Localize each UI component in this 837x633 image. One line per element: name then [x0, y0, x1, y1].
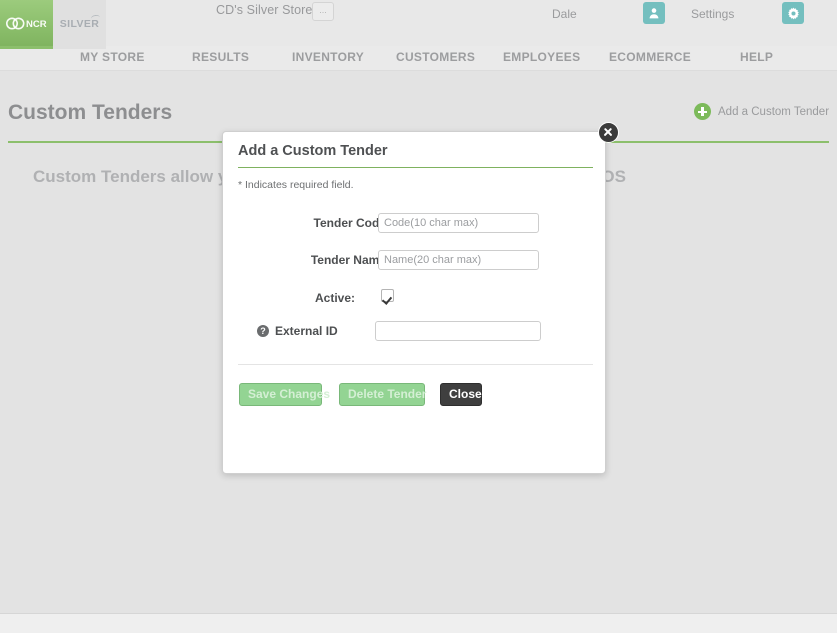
help-question-icon[interactable]: ?	[257, 325, 269, 337]
close-modal-button[interactable]: Close	[440, 383, 482, 406]
form-row-active: Active:	[223, 287, 607, 311]
nav-item-inventory[interactable]: INVENTORY	[292, 50, 364, 64]
active-label: Active:	[314, 291, 355, 305]
top-header-bar: NCR SILVER CD's Silver Store ... Dale Se…	[0, 0, 837, 47]
add-custom-tender-modal: Add a Custom Tender * Indicates required…	[222, 122, 619, 474]
gear-icon-button[interactable]	[782, 2, 804, 24]
modal-title: Add a Custom Tender	[238, 143, 388, 159]
ncr-logo-icon: NCR	[5, 17, 47, 30]
tender-name-label: Tender Name *:	[310, 253, 398, 267]
nav-item-customers[interactable]: CUSTOMERS	[396, 50, 475, 64]
modal-title-divider	[238, 167, 593, 168]
save-changes-button[interactable]: Save Changes	[239, 383, 330, 406]
nav-item-employees[interactable]: EMPLOYEES	[503, 50, 580, 64]
ncr-logo[interactable]: NCR	[0, 0, 53, 47]
person-icon-button[interactable]	[643, 2, 665, 24]
nav-item-results[interactable]: RESULTS	[192, 50, 249, 64]
add-custom-tender-link[interactable]: Add a Custom Tender	[694, 103, 829, 120]
tender-code-input[interactable]	[378, 213, 539, 233]
nav-item-my-store[interactable]: MY STORE	[80, 50, 145, 64]
form-row-external-id: ? External ID	[223, 320, 607, 344]
settings-label: Settings	[691, 7, 735, 21]
store-name-label: CD's Silver Store	[216, 3, 313, 17]
user-name-label: Dale	[552, 7, 577, 21]
app-window: NCR SILVER CD's Silver Store ... Dale Se…	[0, 0, 837, 633]
footer-area	[0, 614, 837, 633]
silver-logo-label: SILVER	[59, 17, 100, 30]
required-field-note: * Indicates required field.	[238, 179, 354, 191]
form-row-tender-code: Tender Code *:	[223, 212, 607, 236]
gear-icon	[787, 7, 799, 19]
nav-item-help[interactable]: HELP	[740, 50, 773, 64]
person-icon	[649, 8, 659, 19]
add-custom-tender-label: Add a Custom Tender	[718, 105, 830, 118]
plus-circle-icon	[694, 103, 711, 120]
nav-item-ecommerce[interactable]: ECOMMERCE	[609, 50, 691, 64]
external-id-label: External ID	[275, 324, 338, 338]
delete-tender-button[interactable]: Delete Tender	[339, 383, 426, 406]
form-row-tender-name: Tender Name *:	[223, 249, 607, 273]
close-icon[interactable]	[598, 122, 619, 143]
page-title: Custom Tenders	[8, 101, 173, 124]
tender-name-input[interactable]	[378, 250, 539, 270]
nav-items-container: MY STORE RESULTS INVENTORY CUSTOMERS EMP…	[0, 46, 837, 71]
svg-text:NCR: NCR	[26, 19, 47, 30]
tender-code-label: Tender Code *:	[313, 216, 398, 230]
external-id-input[interactable]	[375, 321, 541, 341]
store-switcher-button[interactable]: ...	[312, 2, 334, 21]
main-navigation-bar: MY STORE RESULTS INVENTORY CUSTOMERS EMP…	[0, 46, 837, 71]
active-checkbox[interactable]	[381, 289, 394, 302]
modal-button-divider	[238, 364, 593, 365]
silver-logo[interactable]: SILVER	[53, 0, 106, 47]
